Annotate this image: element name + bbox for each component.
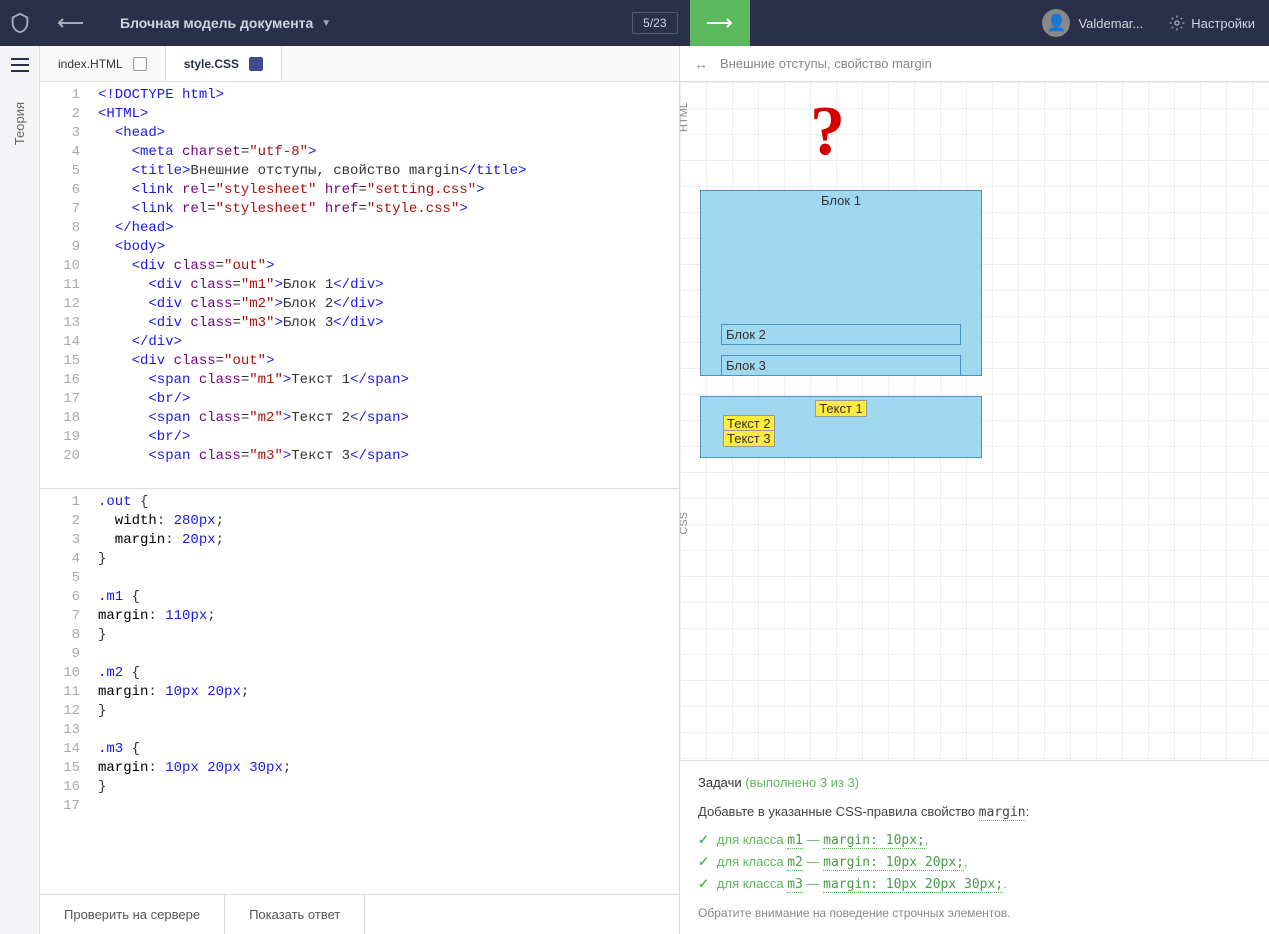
theory-tab[interactable]: Теория xyxy=(12,102,27,145)
css-editor[interactable]: 1234567891011121314151617 .out { width: … xyxy=(40,489,679,895)
preview-text3: Текст 3 xyxy=(723,430,775,447)
preview-block1: Блок 1 xyxy=(701,191,981,208)
check-server-button[interactable]: Проверить на сервере xyxy=(40,895,225,934)
left-sidebar: Теория xyxy=(0,46,40,934)
task-item-3: ✓для класса m3 — margin: 10px 20px 30px;… xyxy=(698,876,1251,892)
check-icon: ✓ xyxy=(698,876,709,892)
user-menu[interactable]: 👤 Valdemar... xyxy=(1030,9,1155,37)
html-code: <!DOCTYPE html> <HTML> <head> <meta char… xyxy=(40,82,679,470)
lesson-title-text: Блочная модель документа xyxy=(120,15,313,31)
tasks-panel: Задачи (выполнено 3 из 3) Добавьте в ука… xyxy=(680,760,1269,934)
preview-header: ↔ Внешние отступы, свойство margin xyxy=(680,46,1269,82)
task-description: Добавьте в указанные CSS-правила свойств… xyxy=(698,804,1251,820)
resize-icon[interactable]: ↔ xyxy=(694,56,708,72)
file-icon xyxy=(133,57,147,71)
preview-out2: Текст 1 Текст 2 Текст 3 xyxy=(700,396,982,458)
tasks-progress: (выполнено 3 из 3) xyxy=(745,775,859,790)
preview-pane: HTML CSS ? Блок 1 Блок 2 Блок 3 Текст 1 … xyxy=(680,82,1269,760)
task-item-1: ✓для класса m1 — margin: 10px;, xyxy=(698,832,1251,848)
preview-out1: Блок 1 Блок 2 Блок 3 xyxy=(700,190,982,376)
tab-html[interactable]: index.HTML xyxy=(40,46,166,81)
tab-html-label: index.HTML xyxy=(58,57,123,71)
annotation-question-mark: ? xyxy=(810,92,845,172)
settings-button[interactable]: Настройки xyxy=(1155,15,1269,31)
tab-css[interactable]: style.CSS xyxy=(166,46,282,81)
html-label: HTML xyxy=(680,102,690,132)
tab-css-label: style.CSS xyxy=(184,57,239,71)
chevron-down-icon: ▼ xyxy=(321,18,331,29)
editor-tabs: index.HTML style.CSS xyxy=(40,46,679,82)
css-label: CSS xyxy=(680,512,690,535)
check-icon: ✓ xyxy=(698,832,709,848)
avatar: 👤 xyxy=(1042,9,1070,37)
top-bar: Блочная модель документа ▼ 5/23 👤 Valdem… xyxy=(0,0,1269,46)
settings-label: Настройки xyxy=(1191,16,1255,31)
html-editor[interactable]: 1234567891011121314151617181920 <!DOCTYP… xyxy=(40,82,679,489)
check-icon: ✓ xyxy=(698,854,709,870)
prev-button[interactable] xyxy=(40,0,100,46)
username: Valdemar... xyxy=(1078,16,1143,31)
logo-icon[interactable] xyxy=(0,0,40,46)
tasks-label: Задачи xyxy=(698,775,742,790)
html-gutter: 1234567891011121314151617181920 xyxy=(40,82,90,470)
css-code: .out { width: 280px; margin: 20px; } .m1… xyxy=(40,489,679,801)
next-button[interactable] xyxy=(690,0,750,46)
task-note: Обратите внимание на поведение строчных … xyxy=(698,906,1251,920)
editor-footer: Проверить на сервере Показать ответ xyxy=(40,894,679,934)
css-gutter: 1234567891011121314151617 xyxy=(40,489,90,820)
file-icon xyxy=(249,57,263,71)
preview-title: Внешние отступы, свойство margin xyxy=(720,56,932,71)
preview-block2: Блок 2 xyxy=(721,324,961,345)
progress-counter: 5/23 xyxy=(632,12,677,34)
task-item-2: ✓для класса m2 — margin: 10px 20px;, xyxy=(698,854,1251,870)
menu-icon[interactable] xyxy=(11,58,29,72)
preview-block3: Блок 3 xyxy=(721,355,961,376)
lesson-title[interactable]: Блочная модель документа ▼ xyxy=(100,15,351,31)
preview-text1: Текст 1 xyxy=(815,400,867,417)
show-answer-button[interactable]: Показать ответ xyxy=(225,895,365,934)
